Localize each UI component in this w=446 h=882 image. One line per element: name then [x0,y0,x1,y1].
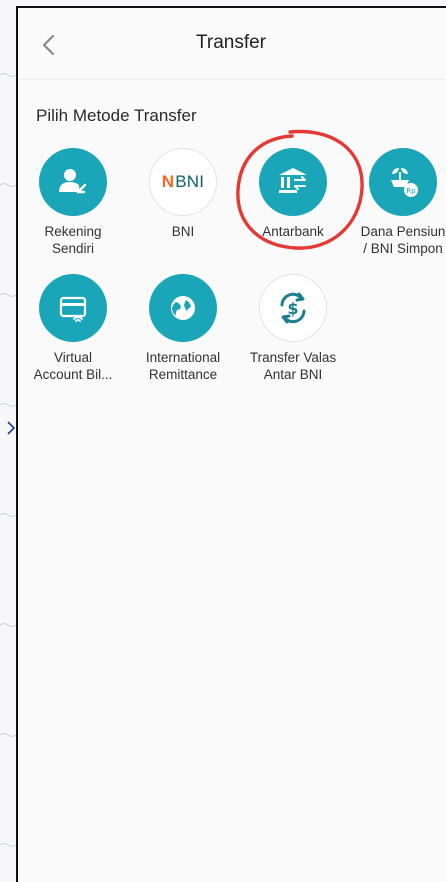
bank-transfer-icon [279,168,307,193]
plant-rp-icon: Rp [391,168,418,197]
section-title: Pilih Metode Transfer [36,106,197,125]
bni-logo: NBNI [161,172,205,191]
dana-pensiun-icon-circle: Rp [369,148,437,216]
app-header: Transfer [18,8,446,80]
method-international-remittance[interactable]: International Remittance [128,274,238,383]
screen: Transfer Pilih Metode Transfer Rekening … [0,0,446,882]
method-dana-pensiun[interactable]: Rp Dana Pensiun / BNI Simpon [348,148,446,257]
international-remittance-icon-circle [149,274,217,342]
method-label: BNI [171,224,195,239]
method-label: Rekening Sendiri [44,224,102,256]
page-title: Transfer [195,32,267,53]
rekening-sendiri-icon-circle [39,148,107,216]
antarbank-icon-circle [259,148,327,216]
method-transfer-valas[interactable]: $ Transfer Valas Antar BNI [238,274,348,383]
method-bni[interactable]: NBNI BNI [128,148,238,240]
method-antarbank[interactable]: Antarbank [238,148,348,240]
method-rekening-sendiri[interactable]: Rekening Sendiri [18,148,128,257]
phone-frame: Transfer Pilih Metode Transfer Rekening … [16,6,446,882]
method-label: Antarbank [262,224,324,239]
bni-icon-circle: NBNI [149,148,217,216]
svg-text:$: $ [287,299,298,318]
method-label: Virtual Account Bil... [33,350,113,382]
user-arrow-icon [59,169,87,194]
svg-text:Rp: Rp [406,187,416,195]
transfer-valas-icon-circle: $ [259,274,327,342]
method-label: Transfer Valas Antar BNI [249,350,337,382]
method-label: Dana Pensiun / BNI Simpon [360,224,446,256]
dollar-exchange-icon: $ [280,292,306,324]
method-virtual-account[interactable]: Virtual Account Bil... [18,274,128,383]
method-label: International Remittance [145,350,221,382]
globe-icon [171,296,195,320]
side-arrow-icon [7,421,16,435]
virtual-account-icon-circle [39,274,107,342]
card-wifi-icon [59,296,87,322]
